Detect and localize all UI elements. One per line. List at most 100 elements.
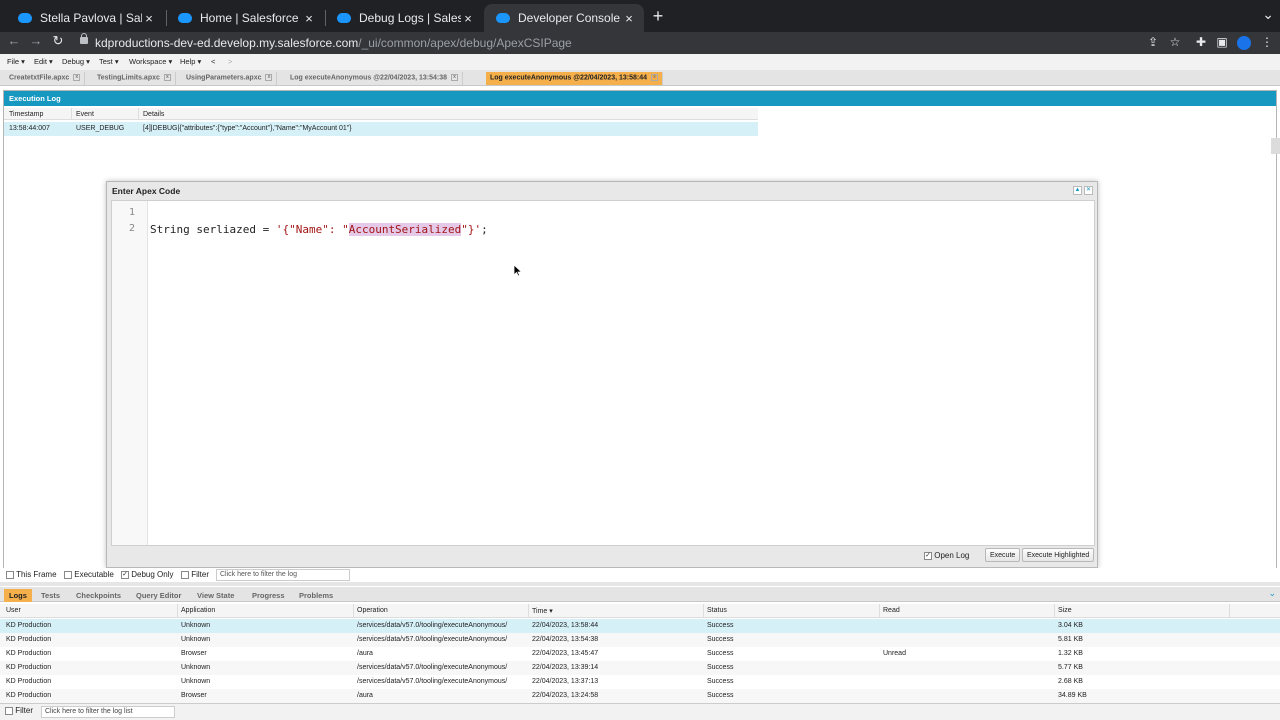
table-row[interactable]: KD Production Unknown /services/data/v57… [0,675,1280,689]
tab-checkpoints[interactable]: Checkpoints [71,589,126,602]
url-field[interactable]: kdproductions-dev-ed.develop.my.salesfor… [95,36,572,50]
table-row[interactable]: KD Production Unknown /services/data/v57… [0,619,1280,633]
cell-time: 22/04/2023, 13:45:47 [532,650,599,657]
menu-debug[interactable]: Debug ▾ [62,57,90,66]
tab-view-state[interactable]: View State [192,589,239,602]
cell-operation: /aura [357,692,373,699]
file-tab[interactable]: Log executeAnonymous @22/04/2023, 13:54:… [286,72,464,85]
column-divider [1229,604,1230,618]
open-log-option[interactable]: ✓ Open Log [924,551,969,560]
menu-file[interactable]: File ▾ [7,57,25,66]
browser-tab-debug-logs[interactable]: Debug Logs | Salesforce × [325,4,483,32]
nav-back-button[interactable]: < [211,57,215,66]
tab-search-icon[interactable]: ⌄ [1262,6,1274,23]
menu-workspace[interactable]: Workspace ▾ [129,57,172,66]
column-header-event[interactable]: Event [76,111,94,118]
executable-option[interactable]: Executable [64,570,114,579]
column-header-timestamp[interactable]: Timestamp [9,111,43,118]
column-header-time[interactable]: Time ▾ [532,607,553,615]
code-line[interactable]: String serliazed = '{"Name": "AccountSer… [150,223,488,236]
file-tab-label: TestingLimits.apxc [97,74,160,82]
filter-option[interactable]: Filter [181,570,209,579]
debug-only-checkbox[interactable]: ✓ [121,570,129,579]
close-icon[interactable]: x [163,74,171,81]
executable-checkbox[interactable] [64,570,72,579]
tab-title: Stella Pavlova | Salesforce [40,11,142,25]
close-icon[interactable]: x [451,74,459,81]
menu-test[interactable]: Test ▾ [99,57,119,66]
file-tab[interactable]: UsingParameters.apxc x [182,72,278,85]
close-icon[interactable]: x [73,74,81,81]
side-panel-icon[interactable]: ▣ [1214,35,1230,49]
column-header-size[interactable]: Size [1058,607,1072,614]
more-menu-icon[interactable]: ⋮ [1259,35,1275,49]
log-list-filter-checkbox[interactable] [5,706,13,715]
browser-tab-home[interactable]: Home | Salesforce × [166,4,324,32]
filter-checkbox[interactable] [181,570,189,579]
share-icon[interactable]: ⇪ [1145,35,1161,49]
panel-splitter[interactable] [0,582,1280,586]
collapse-panel-icon[interactable]: ⌄ [1268,588,1276,599]
log-filter-input[interactable]: Click here to filter the log [216,569,350,581]
file-tab-active[interactable]: Log executeAnonymous @22/04/2023, 13:58:… [486,72,664,85]
column-divider [71,108,72,120]
column-header-application[interactable]: Application [181,607,215,614]
side-panel-handle[interactable] [1271,138,1280,154]
cell-status: Success [707,622,734,629]
cell-operation: /aura [357,650,373,657]
execute-highlighted-button[interactable]: Execute Highlighted [1022,548,1095,562]
tab-tests[interactable]: Tests [36,589,65,602]
console-file-tabs: CreatetxtFile.apxc x TestingLimits.apxc x … [0,70,1280,86]
cell-status: Success [707,664,734,671]
tab-logs[interactable]: Logs [4,589,32,602]
extensions-icon[interactable]: ✚ [1193,35,1209,49]
reload-icon[interactable]: ↻ [49,33,67,49]
table-row[interactable]: KD Production Unknown /services/data/v57… [0,661,1280,675]
column-header-status[interactable]: Status [707,607,727,614]
cell-application: Unknown [181,636,211,643]
debug-only-option[interactable]: ✓ Debug Only [121,570,173,579]
execution-log-row[interactable]: 13:58:44:007 USER_DEBUG [4]|DEBUG|{"attr… [4,122,758,136]
close-icon[interactable]: x [651,74,659,81]
nav-forward-button[interactable]: > [228,57,232,66]
back-icon[interactable]: ← [5,33,23,48]
lock-icon [80,33,88,44]
column-header-user[interactable]: User [6,607,21,614]
close-icon[interactable]: x [265,74,273,81]
execute-button[interactable]: Execute [985,548,1021,562]
this-frame-checkbox[interactable] [6,570,14,579]
tab-progress[interactable]: Progress [247,589,290,602]
close-icon[interactable]: ✕ [1084,186,1093,195]
tab-query-editor[interactable]: Query Editor [131,589,186,602]
close-icon[interactable]: × [302,11,316,26]
code-editor[interactable]: 1 2 String serliazed = '{"Name": "Accoun… [111,200,1095,546]
log-list-filter-option[interactable]: Filter [5,706,33,715]
column-header-operation[interactable]: Operation [357,607,388,614]
file-tab-label: Log executeAnonymous @22/04/2023, 13:54:… [290,74,448,82]
table-row[interactable]: KD Production Browser /aura 22/04/2023, … [0,647,1280,661]
column-header-read[interactable]: Read [883,607,900,614]
close-icon[interactable]: × [142,11,156,26]
debug-only-label: Debug Only [131,570,174,579]
close-icon[interactable]: × [461,11,475,26]
column-header-details[interactable]: Details [143,111,164,118]
profile-avatar[interactable] [1237,36,1251,50]
new-tab-icon[interactable]: + [650,6,666,27]
open-log-checkbox[interactable]: ✓ [924,551,932,560]
maximize-icon[interactable]: ▲ [1073,186,1082,195]
tab-problems[interactable]: Problems [294,589,338,602]
browser-tab-developer-console[interactable]: Developer Console × [484,4,644,32]
forward-icon[interactable]: → [27,33,45,48]
table-row[interactable]: KD Production Browser /aura 22/04/2023, … [0,689,1280,703]
log-list-filter-input[interactable]: Click here to filter the log list [41,706,175,718]
cell-application: Unknown [181,622,211,629]
file-tab[interactable]: TestingLimits.apxc x [93,72,176,85]
table-row[interactable]: KD Production Unknown /services/data/v57… [0,633,1280,647]
file-tab[interactable]: CreatetxtFile.apxc x [5,72,86,85]
browser-tab-stella[interactable]: Stella Pavlova | Salesforce × [6,4,164,32]
close-icon[interactable]: × [622,11,636,26]
this-frame-option[interactable]: This Frame [6,570,57,579]
bookmark-star-icon[interactable]: ☆ [1167,35,1183,49]
menu-help[interactable]: Help ▾ [180,57,201,66]
menu-edit[interactable]: Edit ▾ [34,57,53,66]
